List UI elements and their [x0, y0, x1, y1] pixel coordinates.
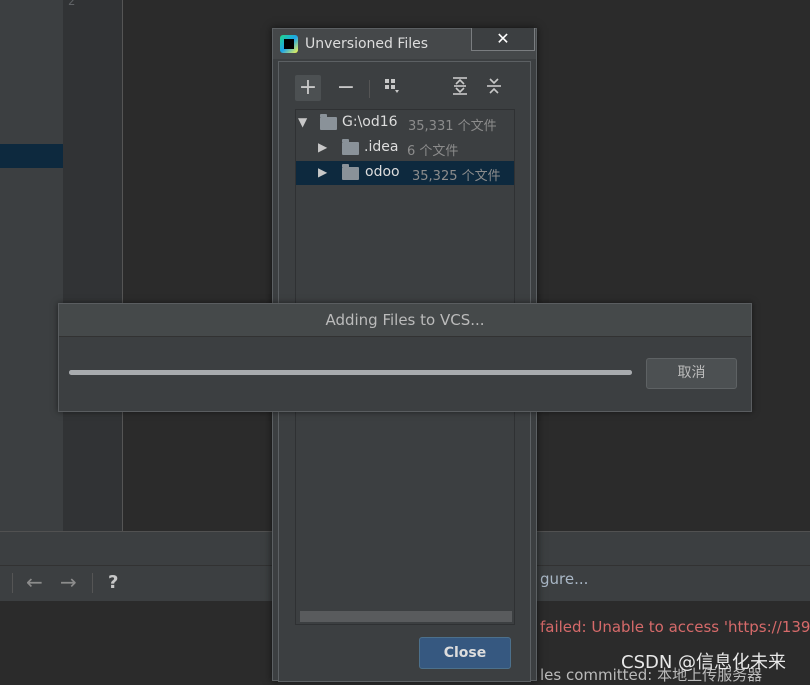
- watermark: CSDN @信息化未来: [621, 652, 787, 673]
- collapsed-arrow-icon[interactable]: ▶: [318, 140, 327, 154]
- progress-bar-fill: [69, 370, 632, 375]
- console-error-text: failed: Unable to access 'https://139.1: [540, 618, 810, 636]
- folder-icon: [342, 139, 359, 155]
- group-by-icon[interactable]: [381, 76, 403, 100]
- cancel-button[interactable]: 取消: [646, 358, 737, 389]
- tree-item-count: 35,331 个文件: [408, 119, 497, 134]
- console-configure-text: gure...: [540, 570, 589, 588]
- line-number: 2: [68, 0, 76, 8]
- tree-item-count: 35,325 个文件: [412, 169, 501, 184]
- collapsed-arrow-icon[interactable]: ▶: [318, 165, 327, 179]
- tree-row-root[interactable]: ▼ G:\od16 35,331 个文件: [296, 111, 514, 135]
- folder-icon: [320, 114, 337, 130]
- editor-gutter: [63, 0, 123, 531]
- tree-item-name: odoo: [365, 164, 400, 180]
- collapse-all-glyph: [487, 78, 501, 94]
- close-button[interactable]: Close: [419, 637, 511, 669]
- progress-bar: [69, 370, 632, 375]
- progress-dialog-header: Adding Files to VCS...: [59, 304, 751, 337]
- tree-row-odoo[interactable]: ▶ odoo 35,325 个文件: [296, 161, 514, 185]
- help-icon[interactable]: ?: [108, 572, 118, 593]
- tree-row-idea[interactable]: ▶ .idea 6 个文件: [296, 136, 514, 160]
- toolbar-separator: [369, 80, 370, 98]
- progress-dialog-title: Adding Files to VCS...: [325, 311, 485, 329]
- remove-icon[interactable]: −: [333, 75, 359, 101]
- arrow-right-icon[interactable]: →: [60, 570, 77, 594]
- dialog-title: Unversioned Files: [305, 36, 429, 52]
- close-icon: ✕: [496, 29, 510, 48]
- dialog-titlebar[interactable]: Unversioned Files ✕: [273, 28, 536, 59]
- folder-icon: [342, 164, 359, 180]
- project-panel-selected-row[interactable]: [0, 144, 63, 168]
- add-icon[interactable]: +: [295, 75, 321, 101]
- tree-item-name: G:\od16: [342, 114, 398, 130]
- project-panel: [0, 0, 63, 531]
- horizontal-scrollbar[interactable]: [300, 611, 512, 622]
- expand-all-glyph: [453, 77, 467, 95]
- progress-dialog: Adding Files to VCS... 取消: [58, 303, 752, 412]
- expanded-arrow-icon[interactable]: ▼: [298, 115, 307, 129]
- arrow-left-icon[interactable]: ←: [26, 570, 43, 594]
- group-by-glyph: [385, 79, 399, 93]
- collapse-all-icon[interactable]: [483, 76, 505, 100]
- toolbar-separator: [92, 573, 93, 593]
- expand-all-icon[interactable]: [449, 76, 471, 100]
- tree-item-name: .idea: [364, 139, 399, 155]
- pycharm-icon-inner: [284, 39, 294, 49]
- toolbar-separator: [12, 573, 13, 593]
- dialog-close-button[interactable]: ✕: [471, 28, 535, 51]
- tree-item-count: 6 个文件: [407, 144, 459, 159]
